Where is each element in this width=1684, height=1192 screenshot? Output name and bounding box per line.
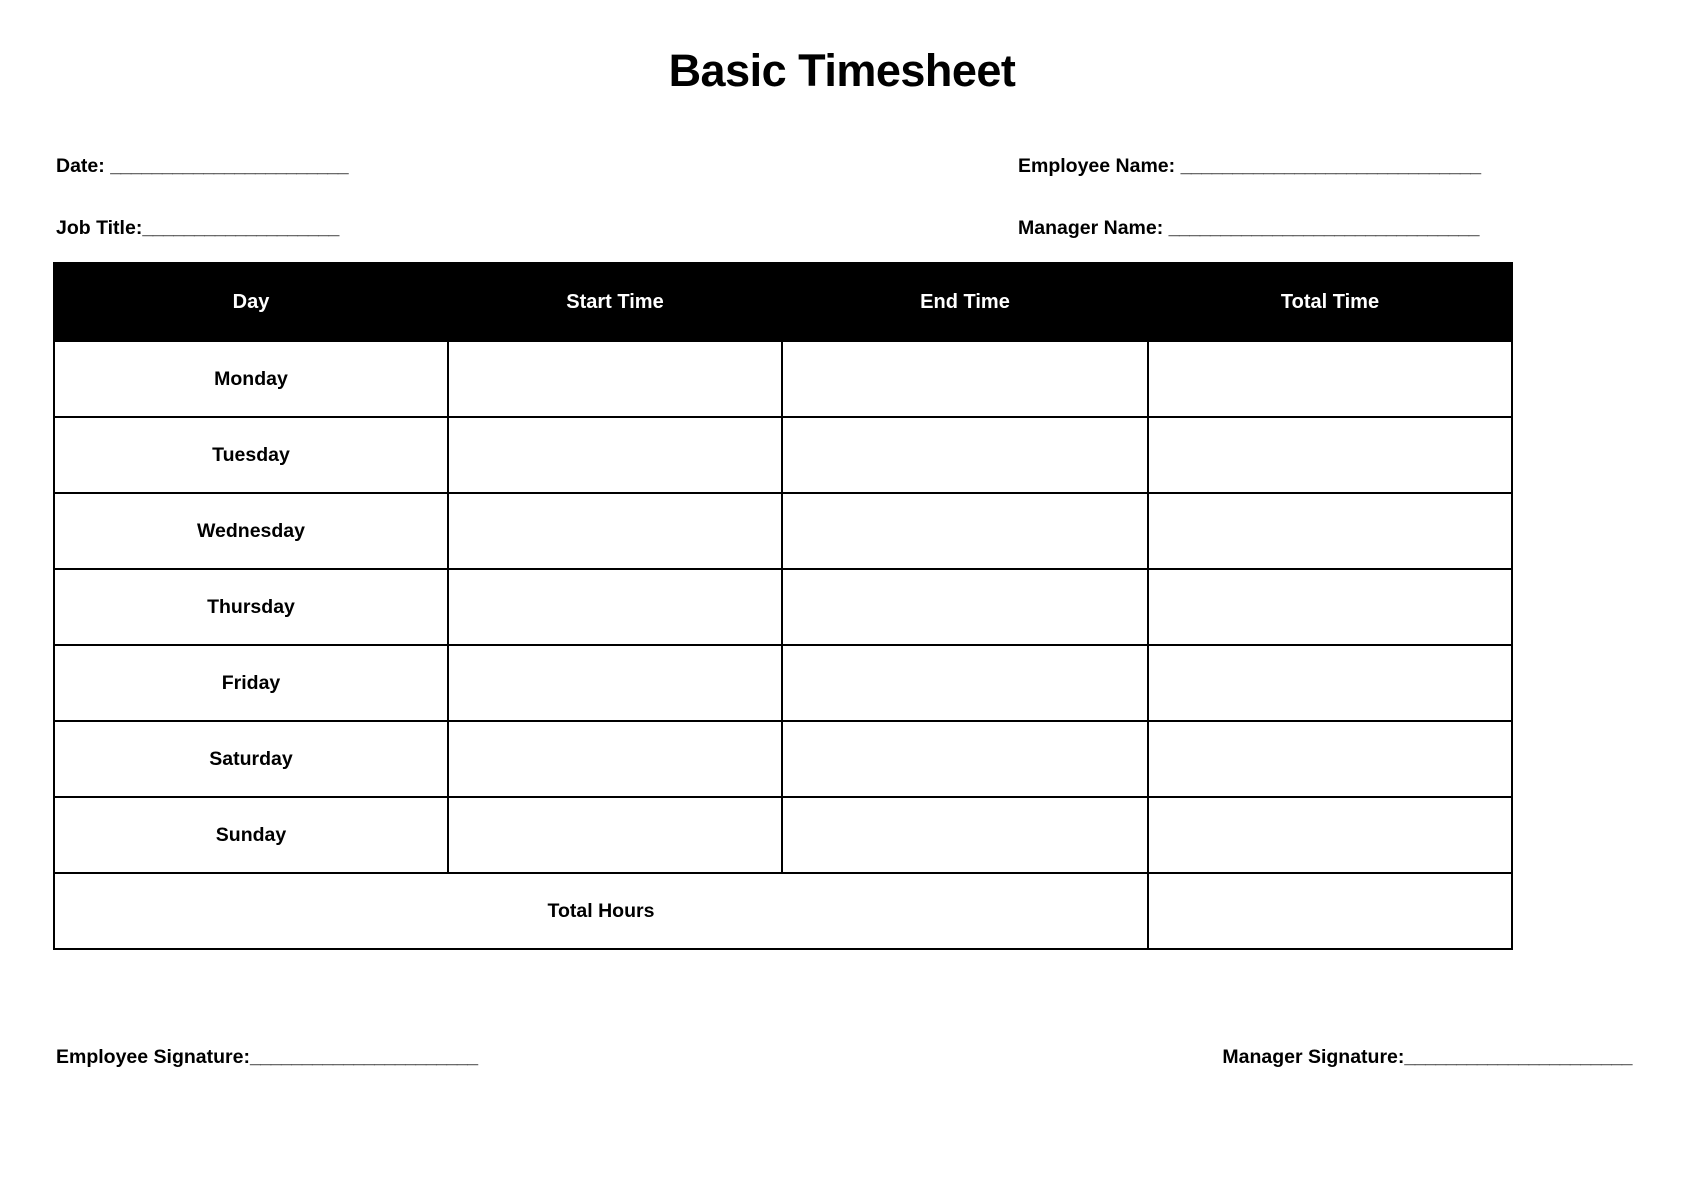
day-label-friday: Friday [53, 644, 449, 722]
total-time-input-monday[interactable] [1147, 340, 1513, 418]
employee-name-fill-rule: _____________________________ [1180, 155, 1482, 177]
job-title-fill-rule: ___________________ [142, 217, 339, 239]
date-label: Date: [56, 155, 111, 177]
table-row: Thursday [53, 568, 1513, 646]
start-time-input-monday[interactable] [447, 340, 783, 418]
end-time-input-tuesday[interactable] [781, 416, 1149, 494]
table-row: Sunday [53, 796, 1513, 874]
timesheet-document: Basic Timesheet Date: __________________… [0, 0, 1684, 1192]
column-header-start-time: Start Time [447, 262, 783, 342]
end-time-input-saturday[interactable] [781, 720, 1149, 798]
start-time-input-saturday[interactable] [447, 720, 783, 798]
manager-name-fill-rule: ______________________________ [1168, 217, 1480, 239]
column-header-end-time: End Time [781, 262, 1149, 342]
header-fields-row-1: Date: _______________________ Employee N… [56, 155, 1632, 217]
end-time-input-friday[interactable] [781, 644, 1149, 722]
job-title-label: Job Title: [56, 217, 143, 239]
table-row: Tuesday [53, 416, 1513, 494]
employee-name-field[interactable]: Employee Name: _________________________… [1018, 155, 1481, 178]
total-hours-input[interactable] [1147, 872, 1513, 950]
column-header-day: Day [53, 262, 449, 342]
employee-name-label: Employee Name: [1018, 155, 1181, 177]
table-row: Monday [53, 340, 1513, 418]
employee-signature-field[interactable]: Employee Signature:_____________________… [56, 1046, 478, 1069]
total-time-input-thursday[interactable] [1147, 568, 1513, 646]
total-time-input-friday[interactable] [1147, 644, 1513, 722]
table-row: Friday [53, 644, 1513, 722]
table-header: Day Start Time End Time Total Time [53, 262, 1513, 342]
day-label-tuesday: Tuesday [53, 416, 449, 494]
end-time-input-monday[interactable] [781, 340, 1149, 418]
table-body: Monday Tuesday Wednesday Thursday Friday… [53, 340, 1513, 950]
start-time-input-tuesday[interactable] [447, 416, 783, 494]
date-fill-rule: _______________________ [110, 155, 349, 177]
day-label-monday: Monday [53, 340, 449, 418]
timesheet-table: Day Start Time End Time Total Time Monda… [53, 262, 1513, 950]
employee-signature-fill-rule: ______________________ [249, 1046, 478, 1068]
total-time-input-sunday[interactable] [1147, 796, 1513, 874]
signature-section: Employee Signature:_____________________… [56, 1046, 1632, 1086]
start-time-input-thursday[interactable] [447, 568, 783, 646]
manager-signature-field[interactable]: Manager Signature:______________________ [1222, 1046, 1632, 1069]
total-time-input-saturday[interactable] [1147, 720, 1513, 798]
manager-signature-label: Manager Signature: [1222, 1046, 1405, 1068]
total-time-input-wednesday[interactable] [1147, 492, 1513, 570]
page-title: Basic Timesheet [668, 45, 1016, 96]
manager-name-field[interactable]: Manager Name: __________________________… [1018, 217, 1480, 240]
end-time-input-thursday[interactable] [781, 568, 1149, 646]
day-label-wednesday: Wednesday [53, 492, 449, 570]
start-time-input-sunday[interactable] [447, 796, 783, 874]
manager-signature-fill-rule: ______________________ [1404, 1046, 1632, 1068]
manager-name-label: Manager Name: [1018, 217, 1169, 239]
job-title-field[interactable]: Job Title:___________________ [56, 217, 339, 240]
employee-signature-label: Employee Signature: [56, 1046, 250, 1068]
total-time-input-tuesday[interactable] [1147, 416, 1513, 494]
table-row: Saturday [53, 720, 1513, 798]
date-field[interactable]: Date: _______________________ [56, 155, 349, 178]
end-time-input-wednesday[interactable] [781, 492, 1149, 570]
table-footer-row: Total Hours [53, 872, 1513, 950]
table-row: Wednesday [53, 492, 1513, 570]
table-header-row: Day Start Time End Time Total Time [53, 262, 1513, 342]
total-hours-label: Total Hours [53, 872, 1149, 950]
start-time-input-wednesday[interactable] [447, 492, 783, 570]
column-header-total-time: Total Time [1147, 262, 1513, 342]
day-label-saturday: Saturday [53, 720, 449, 798]
start-time-input-friday[interactable] [447, 644, 783, 722]
day-label-sunday: Sunday [53, 796, 449, 874]
header-fields: Date: _______________________ Employee N… [56, 155, 1632, 279]
day-label-thursday: Thursday [53, 568, 449, 646]
end-time-input-sunday[interactable] [781, 796, 1149, 874]
